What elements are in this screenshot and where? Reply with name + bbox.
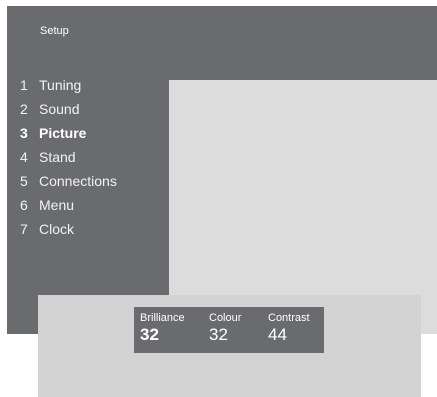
colour-setting[interactable]: Colour 32: [209, 312, 241, 345]
menu-item-number: 6: [20, 197, 28, 213]
colour-label: Colour: [209, 312, 242, 324]
menu-item-label: Connections: [39, 173, 117, 189]
menu-item-number: 1: [20, 77, 28, 93]
menu-item-label: Clock: [39, 221, 75, 237]
screen: Setup 1 Tuning 2 Sound 3 Picture 4 Stand 5 Co…: [0, 0, 437, 397]
contrast-label: Contrast: [268, 312, 310, 324]
picture-values-box: Brilliance 32 Colour 32 Contrast 44: [134, 307, 324, 353]
menu-item-label: Picture: [39, 125, 87, 141]
menu-item-sound[interactable]: 2 Sound: [20, 101, 117, 125]
menu-item-stand[interactable]: 4 Stand: [20, 149, 117, 173]
setup-menu-panel: Setup 1 Tuning 2 Sound 3 Picture 4 Stand 5 Co…: [7, 6, 437, 334]
menu-item-number: 2: [20, 101, 28, 117]
menu-title: Setup: [40, 25, 69, 37]
brilliance-setting[interactable]: Brilliance 32: [140, 312, 185, 345]
menu-item-number: 3: [20, 125, 28, 141]
menu-item-clock[interactable]: 7 Clock: [20, 221, 117, 245]
menu-item-label: Tuning: [39, 77, 82, 93]
menu-item-label: Menu: [39, 197, 75, 213]
menu-item-picture[interactable]: 3 Picture: [20, 125, 117, 149]
picture-settings-panel: Brilliance 32 Colour 32 Contrast 44: [38, 295, 421, 397]
brilliance-label: Brilliance: [140, 312, 185, 324]
contrast-setting[interactable]: Contrast 44: [268, 312, 310, 345]
menu-item-connections[interactable]: 5 Connections: [20, 173, 117, 197]
menu-item-menu[interactable]: 6 Menu: [20, 197, 117, 221]
menu-list: 1 Tuning 2 Sound 3 Picture 4 Stand 5 Connecti…: [20, 77, 117, 245]
menu-item-number: 7: [20, 221, 28, 237]
brilliance-value: 32: [140, 325, 159, 344]
menu-item-tuning[interactable]: 1 Tuning: [20, 77, 117, 101]
contrast-value: 44: [268, 325, 287, 344]
menu-item-label: Stand: [39, 149, 76, 165]
menu-item-number: 5: [20, 173, 28, 189]
menu-item-number: 4: [20, 149, 28, 165]
menu-item-label: Sound: [39, 101, 80, 117]
colour-value: 32: [209, 325, 228, 344]
